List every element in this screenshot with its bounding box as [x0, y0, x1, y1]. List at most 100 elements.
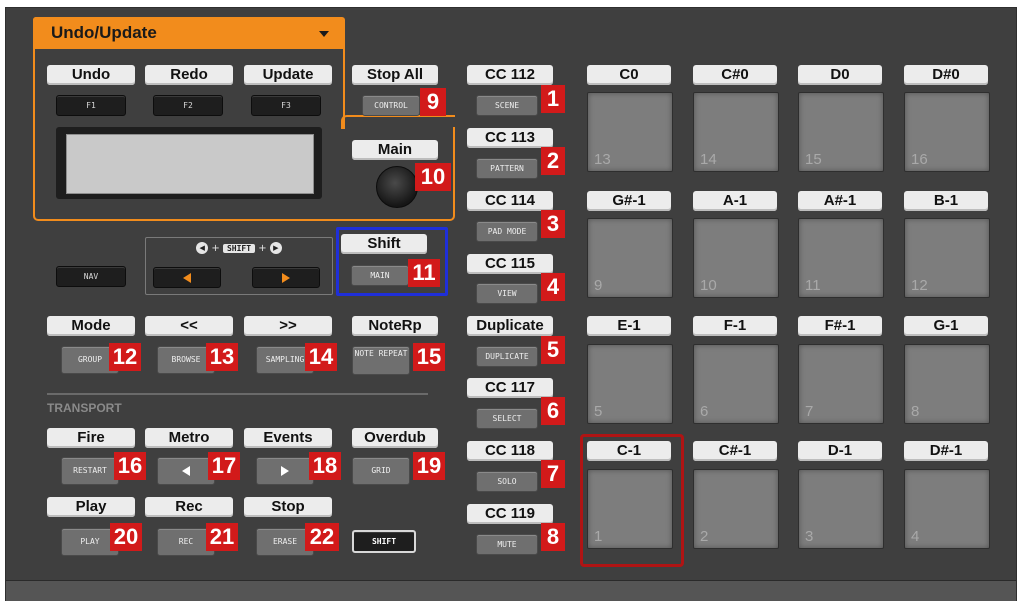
arrow-right-icon	[281, 465, 289, 476]
pad-mode-button[interactable]: PAD MODE	[476, 221, 538, 242]
cc-113-label[interactable]: CC 113	[467, 128, 553, 148]
shift-label[interactable]: Shift	[341, 234, 427, 254]
note-label[interactable]: D-1	[798, 441, 882, 461]
right-arrow-button[interactable]	[252, 267, 320, 288]
page-dropdown[interactable]: Undo/Update	[33, 17, 343, 49]
badge-20: 20	[110, 523, 142, 551]
pad-5[interactable]: 5	[587, 344, 673, 424]
prev-label[interactable]: <<	[145, 316, 233, 336]
next-label[interactable]: >>	[244, 316, 332, 336]
note-label[interactable]: F#-1	[798, 316, 882, 336]
redo-label[interactable]: Redo	[145, 65, 233, 85]
fire-label[interactable]: Fire	[47, 428, 135, 448]
duplicate-button[interactable]: DUPLICATE	[476, 346, 538, 367]
solo-button[interactable]: SOLO	[476, 471, 538, 492]
main-button[interactable]: MAIN	[351, 265, 409, 286]
grid-button[interactable]: GRID	[352, 457, 410, 485]
caret-down-icon	[319, 31, 329, 37]
cc-115-label[interactable]: CC 115	[467, 254, 553, 274]
main-label[interactable]: Main	[352, 140, 438, 160]
note-label[interactable]: A#-1	[798, 191, 882, 211]
badge-16: 16	[114, 452, 146, 480]
nav-button[interactable]: NAV	[56, 266, 126, 287]
undo-update-section-outline-step	[341, 115, 455, 129]
metro-left-button[interactable]	[157, 457, 215, 485]
badge-4: 4	[541, 273, 565, 301]
update-label[interactable]: Update	[244, 65, 332, 85]
pad-14[interactable]: 14	[693, 92, 779, 172]
pad-number: 2	[700, 528, 709, 545]
f2-button[interactable]: F2	[153, 95, 223, 116]
note-label[interactable]: C-1	[587, 441, 671, 461]
mode-label[interactable]: Mode	[47, 316, 135, 336]
f1-button[interactable]: F1	[56, 95, 126, 116]
arrow-left-icon	[183, 272, 191, 283]
stop-label[interactable]: Stop	[244, 497, 332, 517]
pad-3[interactable]: 3	[798, 469, 884, 549]
note-label[interactable]: D#-1	[904, 441, 988, 461]
play-label[interactable]: Play	[47, 497, 135, 517]
note-label[interactable]: G#-1	[587, 191, 671, 211]
badge-2: 2	[541, 147, 565, 175]
pad-13[interactable]: 13	[587, 92, 673, 172]
pad-11[interactable]: 11	[798, 218, 884, 298]
cc-114-label[interactable]: CC 114	[467, 191, 553, 211]
f3-button[interactable]: F3	[251, 95, 321, 116]
badge-6: 6	[541, 397, 565, 425]
duplicate-label[interactable]: Duplicate	[467, 316, 553, 336]
pad-12[interactable]: 12	[904, 218, 990, 298]
note-label[interactable]: D0	[798, 65, 882, 85]
pad-number: 6	[700, 403, 709, 420]
cc-119-label[interactable]: CC 119	[467, 504, 553, 524]
pad-number: 10	[700, 277, 717, 294]
display-screen	[56, 127, 322, 199]
pad-7[interactable]: 7	[798, 344, 884, 424]
note-label[interactable]: A-1	[693, 191, 777, 211]
select-button[interactable]: SELECT	[476, 408, 538, 429]
events-label[interactable]: Events	[244, 428, 332, 448]
transport-divider	[47, 393, 428, 395]
shift-button[interactable]: SHIFT	[352, 530, 416, 553]
cc-112-label[interactable]: CC 112	[467, 65, 553, 85]
badge-9: 9	[420, 88, 446, 116]
left-arrow-button[interactable]	[153, 267, 221, 288]
overdub-label[interactable]: Overdub	[352, 428, 438, 448]
cc-117-label[interactable]: CC 117	[467, 378, 553, 398]
pad-number: 9	[594, 277, 603, 294]
restart-button[interactable]: RESTART	[61, 457, 119, 485]
main-knob[interactable]	[376, 166, 418, 208]
pad-16[interactable]: 16	[904, 92, 990, 172]
note-label[interactable]: B-1	[904, 191, 988, 211]
view-button[interactable]: VIEW	[476, 283, 538, 304]
plus-text: +	[211, 243, 220, 254]
pad-6[interactable]: 6	[693, 344, 779, 424]
pad-9[interactable]: 9	[587, 218, 673, 298]
stop-all-label[interactable]: Stop All	[352, 65, 438, 85]
undo-label[interactable]: Undo	[47, 65, 135, 85]
note-label[interactable]: G-1	[904, 316, 988, 336]
pattern-button[interactable]: PATTERN	[476, 158, 538, 179]
note-label[interactable]: D#0	[904, 65, 988, 85]
cc-118-label[interactable]: CC 118	[467, 441, 553, 461]
events-right-button[interactable]	[256, 457, 314, 485]
note-repeat-button[interactable]: NOTE REPEAT	[352, 346, 410, 375]
note-label[interactable]: C#-1	[693, 441, 777, 461]
rec-label[interactable]: Rec	[145, 497, 233, 517]
pad-4[interactable]: 4	[904, 469, 990, 549]
note-label[interactable]: F-1	[693, 316, 777, 336]
noterp-label[interactable]: NoteRp	[352, 316, 438, 336]
pad-8[interactable]: 8	[904, 344, 990, 424]
pad-15[interactable]: 15	[798, 92, 884, 172]
control-button[interactable]: CONTROL	[362, 95, 420, 116]
pad-10[interactable]: 10	[693, 218, 779, 298]
pad-number: 14	[700, 151, 717, 168]
note-label[interactable]: C0	[587, 65, 671, 85]
badge-1: 1	[541, 85, 565, 113]
metro-label[interactable]: Metro	[145, 428, 233, 448]
mute-button[interactable]: MUTE	[476, 534, 538, 555]
pad-1[interactable]: 1	[587, 469, 673, 549]
pad-2[interactable]: 2	[693, 469, 779, 549]
note-label[interactable]: E-1	[587, 316, 671, 336]
note-label[interactable]: C#0	[693, 65, 777, 85]
scene-button[interactable]: SCENE	[476, 95, 538, 116]
